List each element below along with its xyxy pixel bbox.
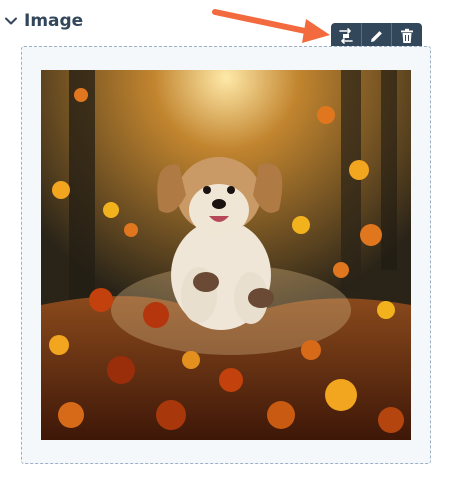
chevron-down-icon: [4, 14, 18, 28]
section-title: Image: [24, 11, 84, 31]
dog-leaves-image[interactable]: [41, 70, 411, 440]
section-header[interactable]: Image: [4, 8, 83, 34]
arrow-icon: [212, 9, 330, 43]
